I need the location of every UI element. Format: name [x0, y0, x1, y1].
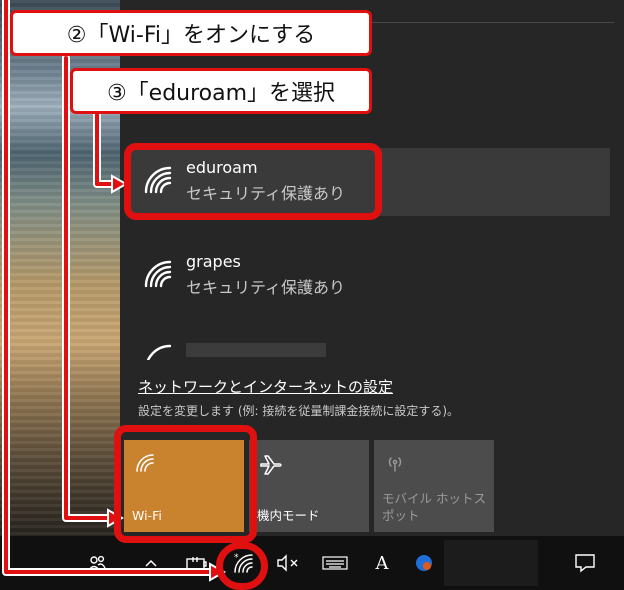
- highlight-eduroam: [124, 143, 382, 220]
- callout-step2: ②「Wi-Fi」をオンにする: [10, 10, 372, 56]
- highlight-wifi-tile: [114, 425, 257, 543]
- callout-step3: ③「eduroam」を選択: [70, 68, 372, 114]
- highlight-taskbar-wifi: [216, 542, 268, 590]
